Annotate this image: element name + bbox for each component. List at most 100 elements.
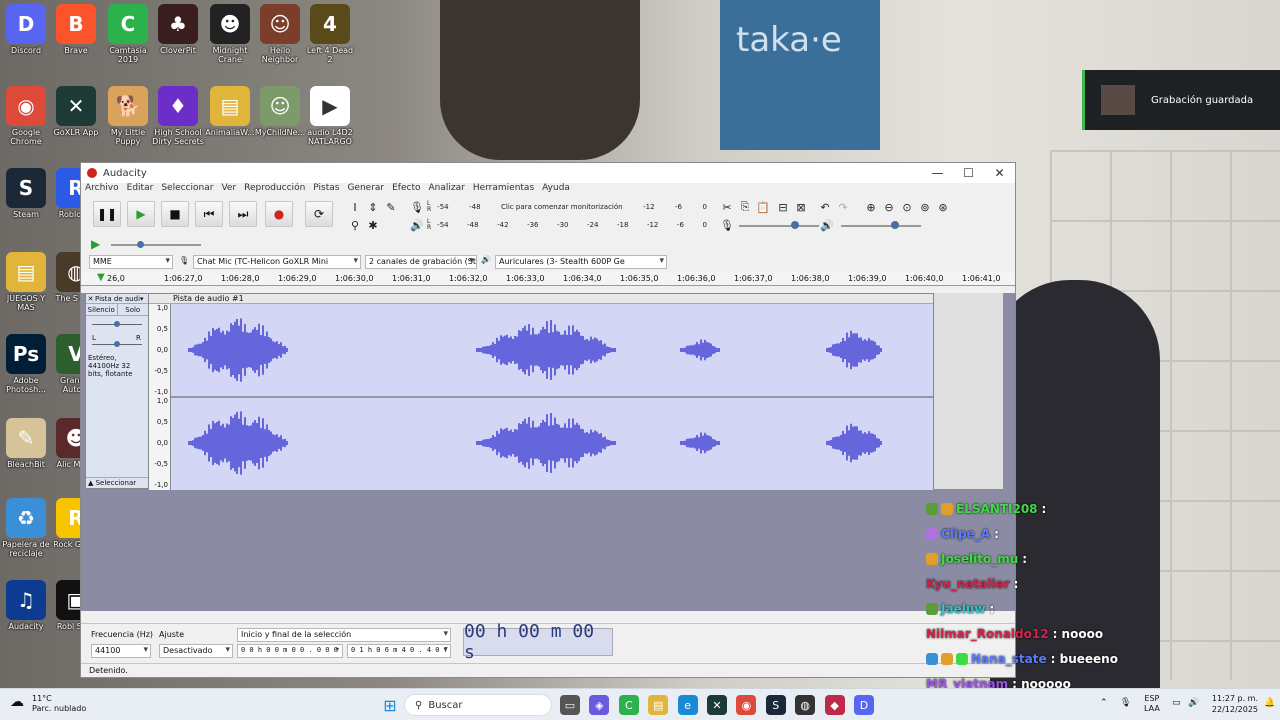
- taskbar-chrome-icon[interactable]: ◉: [736, 695, 757, 715]
- track-close-button[interactable]: ✕: [86, 295, 95, 303]
- desktop-icon-juegos-y-mas[interactable]: ▤ JUEGOS Y MAS: [0, 252, 52, 312]
- desktop-icon-papelera-de-reciclaje[interactable]: ♻ Papelera de reciclaje: [0, 498, 52, 558]
- pan-slider[interactable]: L R: [86, 334, 148, 352]
- redo-icon[interactable]: ↷: [835, 199, 851, 215]
- zoom-in-icon[interactable]: ⊕: [863, 199, 879, 215]
- skip-to-end-button[interactable]: ⏭: [229, 201, 257, 227]
- menu-analizar[interactable]: Analizar: [429, 183, 465, 197]
- desktop-icon-high-school-dirty-secrets[interactable]: ♦ High School Dirty Secrets: [152, 86, 204, 146]
- silence-icon[interactable]: ⊠: [793, 199, 809, 215]
- mute-button[interactable]: Silencio: [86, 304, 118, 315]
- multi-tool-icon[interactable]: ✱: [365, 217, 381, 233]
- track-name-menu[interactable]: Pista de audi: [95, 295, 140, 303]
- copy-icon[interactable]: ⎘: [737, 199, 753, 215]
- taskbar-copilot-icon[interactable]: ◈: [589, 695, 610, 715]
- selection-start-time[interactable]: 0 0 h 0 0 m 0 0 . 0 0 0 s: [237, 644, 343, 658]
- taskbar-goxlr-icon[interactable]: ✕: [707, 695, 727, 715]
- selection-mode-select[interactable]: Inicio y final de la selección: [237, 628, 451, 642]
- snap-select[interactable]: Desactivado: [159, 644, 233, 658]
- recording-volume-slider[interactable]: [739, 225, 819, 227]
- draw-tool-icon[interactable]: ✎: [383, 199, 399, 215]
- zoom-out-icon[interactable]: ⊖: [881, 199, 897, 215]
- paste-icon[interactable]: 📋: [755, 199, 771, 215]
- track-empty-region[interactable]: [933, 293, 1003, 489]
- search-box[interactable]: ⚲ Buscar: [404, 694, 552, 716]
- weather-icon[interactable]: ☁: [10, 694, 24, 710]
- recording-volume-thumb[interactable]: [791, 221, 799, 229]
- desktop-icon-hello-neighbor[interactable]: ☺ Hello Neighbor: [254, 4, 306, 64]
- taskbar-app-red-icon[interactable]: ◆: [824, 695, 845, 715]
- zoom-tool-icon[interactable]: ⚲: [347, 217, 363, 233]
- language-indicator[interactable]: ESP LAA: [1144, 694, 1160, 714]
- envelope-tool-icon[interactable]: ⇕: [365, 199, 381, 215]
- playback-device-select[interactable]: Auriculares (3- Stealth 600P Ge: [495, 255, 667, 269]
- zoom-toggle-icon[interactable]: ⊛: [935, 199, 951, 215]
- minimize-button[interactable]: —: [922, 166, 953, 180]
- taskbar-folder-icon[interactable]: ▤: [648, 695, 669, 715]
- desktop-icon-bleachbit[interactable]: ✎ BleachBit: [0, 418, 52, 469]
- desktop-icon-audacity[interactable]: ♫ Audacity: [0, 580, 52, 631]
- menu-reproducción[interactable]: Reproducción: [244, 183, 305, 197]
- play-speed-thumb[interactable]: [137, 241, 144, 248]
- notifications-icon[interactable]: 🔔: [1264, 698, 1275, 708]
- clock[interactable]: 11:27 p. m. 22/12/2025: [1204, 693, 1258, 715]
- record-button[interactable]: ●: [265, 201, 293, 227]
- solo-button[interactable]: Solo: [118, 304, 149, 315]
- menu-efecto[interactable]: Efecto: [392, 183, 420, 197]
- playback-volume-slider[interactable]: [841, 225, 921, 227]
- menu-generar[interactable]: Generar: [347, 183, 384, 197]
- play-speed-slider[interactable]: [111, 244, 201, 246]
- maximize-button[interactable]: ☐: [953, 166, 984, 180]
- record-meter[interactable]: LR -54 -48 Clic para comenzar monitorizaci…: [427, 200, 707, 214]
- desktop-icon-brave[interactable]: B Brave: [50, 4, 102, 55]
- menu-herramientas[interactable]: Herramientas: [473, 183, 534, 197]
- tray-overflow-icon[interactable]: ⌃: [1100, 698, 1108, 708]
- microphone-tray-icon[interactable]: 🎙: [1120, 698, 1131, 708]
- mic-icon[interactable]: 🎙: [409, 199, 425, 215]
- gain-slider[interactable]: [86, 316, 148, 334]
- project-rate-select[interactable]: 44100: [91, 644, 151, 658]
- pause-button[interactable]: ❚❚: [93, 201, 121, 227]
- menu-ayuda[interactable]: Ayuda: [542, 183, 570, 197]
- channels-select[interactable]: 2 canales de grabación (Ster: [365, 255, 477, 269]
- waveform-area[interactable]: Pista de audio #1 1,0 0,5 0,0 -0,5 -1,0 1,0 0,…: [149, 293, 933, 490]
- taskbar-obs-icon[interactable]: ◍: [795, 695, 816, 715]
- start-button-icon[interactable]: ⊞: [380, 695, 400, 715]
- title-bar[interactable]: Audacity — ☐ ✕: [81, 163, 1015, 183]
- desktop-icon-my-little-puppy[interactable]: 🐕 My Little Puppy: [102, 86, 154, 146]
- taskbar-steam-icon[interactable]: S: [765, 695, 786, 715]
- selection-tool-icon[interactable]: I: [347, 199, 363, 215]
- network-icon[interactable]: ▭: [1172, 698, 1181, 708]
- desktop-icon-goxlr-app[interactable]: ✕ GoXLR App: [50, 86, 102, 137]
- desktop-icon-google-chrome[interactable]: ◉ Google Chrome: [0, 86, 52, 146]
- select-track-button[interactable]: ▲ Seleccionar: [86, 477, 148, 488]
- desktop-icon-cloverpit[interactable]: ♣ CloverPit: [152, 4, 204, 55]
- play-at-speed-icon[interactable]: ▶: [91, 237, 100, 251]
- menu-pistas[interactable]: Pistas: [313, 183, 339, 197]
- desktop-icon-midnight-crane[interactable]: ☻ Midnight Crane: [204, 4, 256, 64]
- audio-position-display[interactable]: 00 h 00 m 00 s: [463, 621, 613, 663]
- recording-device-select[interactable]: Chat Mic (TC-Helicon GoXLR Mini: [193, 255, 361, 269]
- track-area[interactable]: ✕ Pista de audi ▾ Silencio Solo L R Esté…: [81, 293, 1015, 611]
- undo-icon[interactable]: ↶: [817, 199, 833, 215]
- menu-archivo[interactable]: Archivo: [85, 183, 119, 197]
- taskbar-discord-icon[interactable]: D: [854, 695, 874, 715]
- desktop-icon-audio-l4d2-natlargo[interactable]: ▶ audio L4D2 NATLARGO: [304, 86, 356, 146]
- desktop-icon-mychildne[interactable]: ☺ MyChildNe...: [254, 86, 306, 137]
- desktop-icon-discord[interactable]: D Discord: [0, 4, 52, 55]
- menu-editar[interactable]: Editar: [127, 183, 154, 197]
- close-button[interactable]: ✕: [984, 166, 1015, 180]
- menu-seleccionar[interactable]: Seleccionar: [161, 183, 213, 197]
- speaker-icon[interactable]: 🔊: [409, 217, 425, 233]
- notification-toast[interactable]: Grabación guardada: [1082, 70, 1280, 130]
- loop-button[interactable]: ⟳: [305, 201, 333, 227]
- desktop-icon-left-4-dead-2[interactable]: 4 Left 4 Dead 2: [304, 4, 356, 64]
- audio-host-select[interactable]: MME: [89, 255, 173, 269]
- desktop-icon-steam[interactable]: S Steam: [0, 168, 52, 219]
- playback-meter[interactable]: LR -54 -48 -42 -36 -30 -24 -18 -12 -6 0: [427, 218, 707, 232]
- desktop-icon-adobe-photosh[interactable]: Ps Adobe Photosh...: [0, 334, 52, 394]
- stop-button[interactable]: ■: [161, 201, 189, 227]
- desktop-icon-animaliaw[interactable]: ▤ AnimaliaW...: [204, 86, 256, 137]
- timeline-ruler[interactable]: ▼ 26,0 1:06:27,0 1:06:28,0 1:06:29,0 1:06:30…: [81, 272, 1015, 286]
- weather-widget[interactable]: 11°C Parc. nublado: [32, 694, 86, 714]
